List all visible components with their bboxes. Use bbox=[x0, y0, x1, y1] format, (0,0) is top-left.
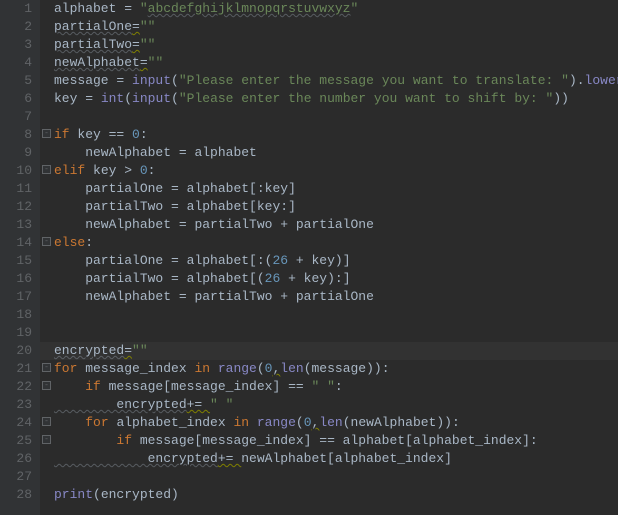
line-number: 13 bbox=[0, 216, 32, 234]
fold-icon[interactable]: - bbox=[42, 363, 51, 372]
code-line[interactable]: alphabet = "abcdefghijklmnopqrstuvwxyz" bbox=[54, 0, 618, 18]
code-line[interactable]: partialTwo="" bbox=[54, 36, 618, 54]
line-number: 10 bbox=[0, 162, 32, 180]
code-line[interactable]: newAlphabet = partialTwo + partialOne bbox=[54, 288, 618, 306]
line-number: 12 bbox=[0, 198, 32, 216]
code-line[interactable] bbox=[54, 468, 618, 486]
fold-icon[interactable]: - bbox=[42, 435, 51, 444]
code-line[interactable]: newAlphabet="" bbox=[54, 54, 618, 72]
line-number-gutter: 1 2 3 4 5 6 7 8 9 10 11 12 13 14 15 16 1… bbox=[0, 0, 40, 515]
line-number: 21 bbox=[0, 360, 32, 378]
line-number: 18 bbox=[0, 306, 32, 324]
code-line[interactable]: partialTwo = alphabet[key:] bbox=[54, 198, 618, 216]
code-line[interactable] bbox=[54, 306, 618, 324]
line-number: 22 bbox=[0, 378, 32, 396]
line-number: 15 bbox=[0, 252, 32, 270]
code-line[interactable]: -if key == 0: bbox=[54, 126, 618, 144]
line-number: 11 bbox=[0, 180, 32, 198]
code-line[interactable] bbox=[54, 324, 618, 342]
code-line[interactable]: partialTwo = alphabet[(26 + key):] bbox=[54, 270, 618, 288]
code-line[interactable]: newAlphabet = partialTwo + partialOne bbox=[54, 216, 618, 234]
code-line[interactable]: - if message[message_index] == " ": bbox=[54, 378, 618, 396]
code-line[interactable]: message = input("Please enter the messag… bbox=[54, 72, 618, 90]
code-line[interactable]: - for alphabet_index in range(0,len(newA… bbox=[54, 414, 618, 432]
code-line[interactable]: - if message[message_index] == alphabet[… bbox=[54, 432, 618, 450]
line-number: 24 bbox=[0, 414, 32, 432]
line-number: 2 bbox=[0, 18, 32, 36]
fold-icon[interactable]: - bbox=[42, 237, 51, 246]
line-number: 19 bbox=[0, 324, 32, 342]
line-number: 1 bbox=[0, 0, 32, 18]
code-line[interactable] bbox=[54, 108, 618, 126]
line-number: 6 bbox=[0, 90, 32, 108]
code-line-current[interactable]: encrypted="" bbox=[54, 342, 618, 360]
code-line[interactable]: encrypted+= " " bbox=[54, 396, 618, 414]
code-line[interactable]: partialOne="" bbox=[54, 18, 618, 36]
fold-icon[interactable]: - bbox=[42, 165, 51, 174]
fold-icon[interactable]: - bbox=[42, 381, 51, 390]
code-line[interactable]: partialOne = alphabet[:key] bbox=[54, 180, 618, 198]
line-number: 14 bbox=[0, 234, 32, 252]
line-number: 25 bbox=[0, 432, 32, 450]
line-number: 9 bbox=[0, 144, 32, 162]
line-number: 16 bbox=[0, 270, 32, 288]
code-line[interactable]: encrypted+= newAlphabet[alphabet_index] bbox=[54, 450, 618, 468]
line-number: 7 bbox=[0, 108, 32, 126]
code-line[interactable]: -for message_index in range(0,len(messag… bbox=[54, 360, 618, 378]
line-number: 23 bbox=[0, 396, 32, 414]
line-number: 4 bbox=[0, 54, 32, 72]
line-number: 26 bbox=[0, 450, 32, 468]
line-number: 27 bbox=[0, 468, 32, 486]
line-number: 28 bbox=[0, 486, 32, 504]
fold-icon[interactable]: - bbox=[42, 417, 51, 426]
line-number: 17 bbox=[0, 288, 32, 306]
code-line[interactable]: -else: bbox=[54, 234, 618, 252]
code-line[interactable]: print(encrypted) bbox=[54, 486, 618, 504]
fold-icon[interactable]: - bbox=[42, 129, 51, 138]
code-line[interactable]: partialOne = alphabet[:(26 + key)] bbox=[54, 252, 618, 270]
code-editor[interactable]: 1 2 3 4 5 6 7 8 9 10 11 12 13 14 15 16 1… bbox=[0, 0, 618, 515]
line-number: 3 bbox=[0, 36, 32, 54]
code-area[interactable]: alphabet = "abcdefghijklmnopqrstuvwxyz" … bbox=[40, 0, 618, 515]
line-number: 20 bbox=[0, 342, 32, 360]
line-number: 5 bbox=[0, 72, 32, 90]
line-number: 8 bbox=[0, 126, 32, 144]
code-line[interactable]: -elif key > 0: bbox=[54, 162, 618, 180]
code-line[interactable]: key = int(input("Please enter the number… bbox=[54, 90, 618, 108]
code-line[interactable]: newAlphabet = alphabet bbox=[54, 144, 618, 162]
